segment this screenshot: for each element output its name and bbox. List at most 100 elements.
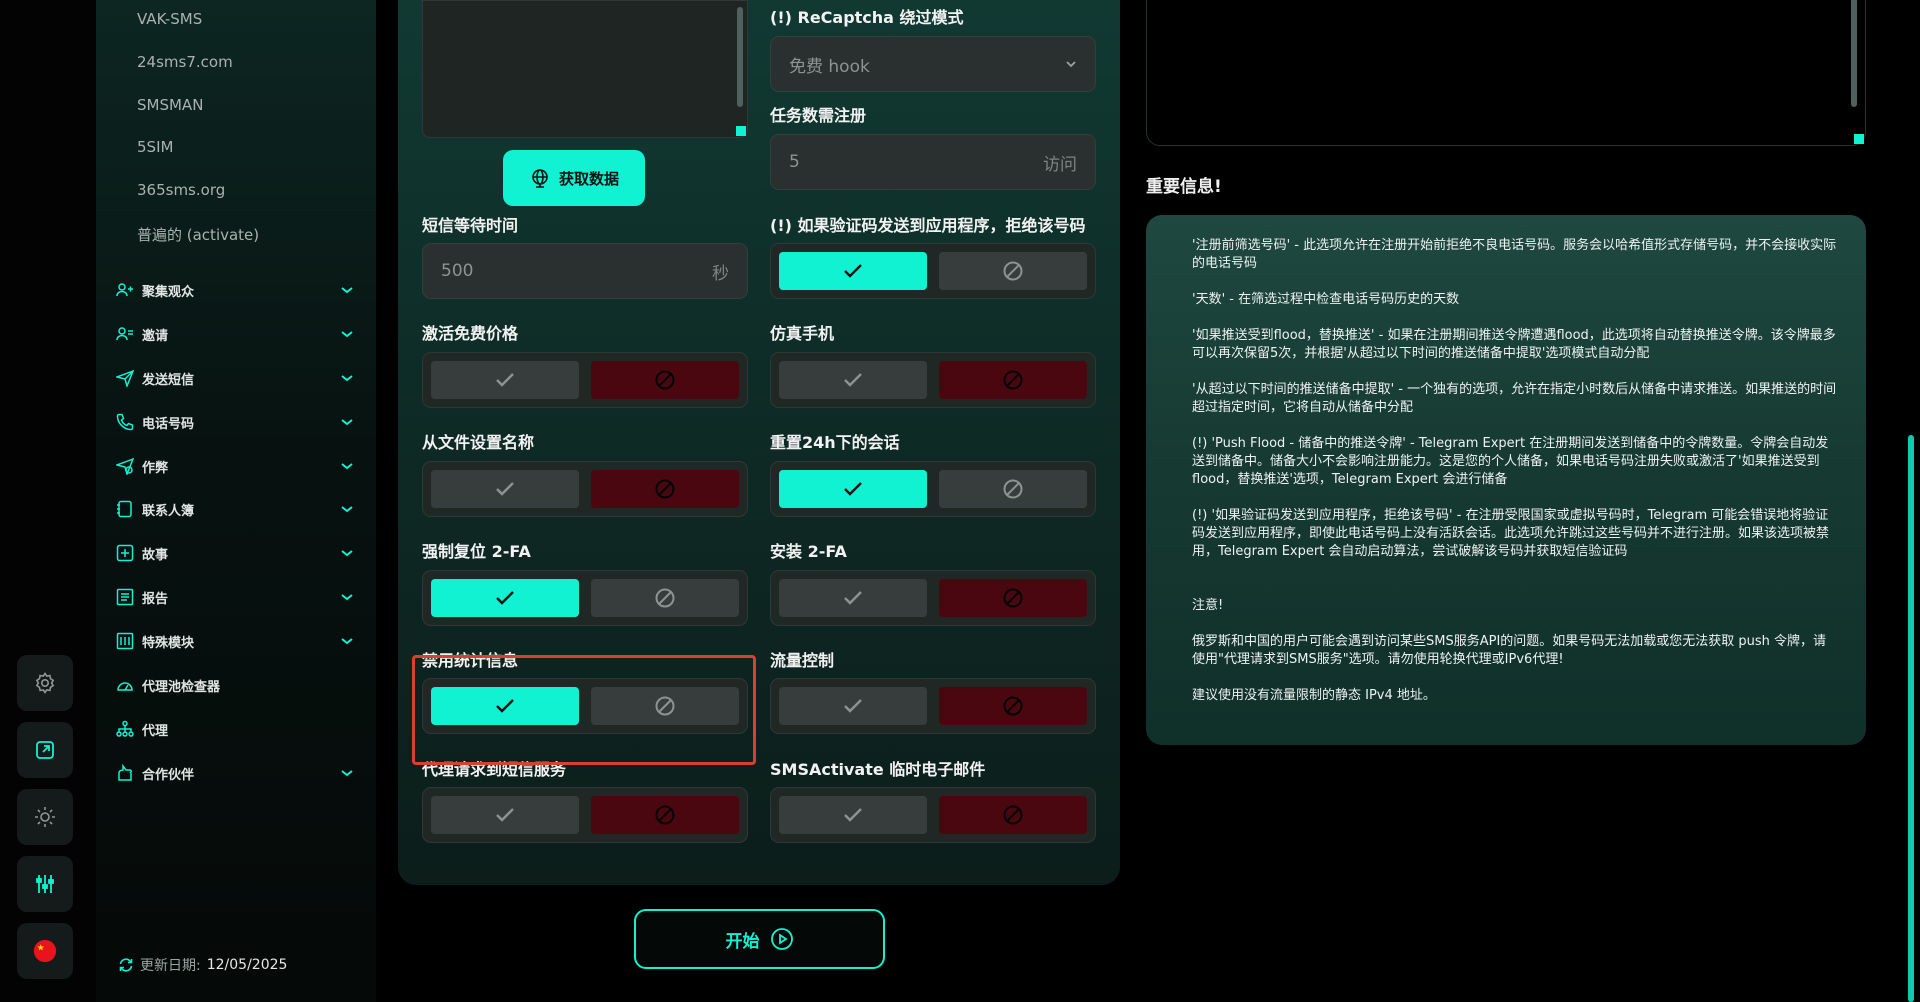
force2fa-label: 强制复位 2-FA (422, 542, 531, 561)
toggle-yes-button[interactable] (779, 361, 927, 399)
toggle-no-button[interactable] (939, 361, 1087, 399)
toggle-yes-button[interactable] (779, 796, 927, 834)
nav-item-send-sms[interactable]: 发送短信 (116, 367, 356, 389)
reject-app-label: (!) 如果验证码发送到应用程序，拒绝该号码 (770, 216, 1086, 235)
chevron-down-icon (341, 506, 353, 513)
users-icon (116, 281, 134, 299)
toggle-yes-button[interactable] (779, 687, 927, 725)
info-title: 重要信息! (1146, 177, 1222, 197)
toggle-no-button[interactable] (939, 470, 1087, 508)
start-button[interactable]: 开始 (634, 909, 885, 969)
nav-item-report[interactable]: 报告 (116, 586, 356, 608)
toggle-no-button[interactable] (939, 252, 1087, 290)
provider-link[interactable]: 5SIM (137, 138, 173, 156)
toggle-yes-button[interactable] (431, 796, 579, 834)
info-paragraph: '从超过以下时间的推送储备中提取' - 一个独有的选项，允许在指定小时数后从储备… (1192, 382, 1837, 415)
ban-icon (1003, 479, 1023, 499)
chevron-down-icon (341, 594, 353, 601)
toggle-yes-button[interactable] (431, 361, 579, 399)
sliders-button[interactable] (17, 856, 73, 912)
provider-link[interactable]: 普遍的 (activate) (137, 224, 259, 245)
toggle-yes-button[interactable] (779, 579, 927, 617)
textarea-scrollbar[interactable] (737, 7, 743, 107)
ban-icon (655, 588, 675, 608)
sms-wait-value: 500 (441, 261, 474, 281)
settings-button[interactable] (17, 655, 73, 711)
check-icon (496, 482, 514, 496)
check-icon (496, 373, 514, 387)
check-icon (496, 808, 514, 822)
traffic-toggle (770, 678, 1096, 734)
sms-wait-input[interactable]: 500 秒 (422, 243, 748, 299)
toggle-yes-button[interactable] (431, 470, 579, 508)
language-button[interactable] (17, 923, 73, 979)
nav-item-story[interactable]: 故事 (116, 542, 356, 564)
name-file-toggle (422, 461, 748, 517)
nav-item-special-module[interactable]: 特殊模块 (116, 630, 356, 652)
toggle-no-button[interactable] (591, 361, 739, 399)
check-icon (844, 373, 862, 387)
nav-item-proxy-checker[interactable]: 代理池检查器 (116, 674, 356, 696)
provider-link[interactable]: 365sms.org (137, 181, 225, 199)
nav-item-phone[interactable]: 电话号码 (116, 411, 356, 433)
nav-item-audience[interactable]: 聚集观众 (116, 279, 356, 301)
sun-icon (35, 807, 55, 827)
ban-icon (655, 479, 675, 499)
nav-item-partners[interactable]: 合作伙伴 (116, 762, 356, 784)
toggle-yes-button[interactable] (779, 470, 927, 508)
nav-item-contacts[interactable]: 联系人簿 (116, 498, 356, 520)
external-link-icon (36, 741, 54, 759)
send-icon (116, 369, 134, 387)
resize-handle[interactable] (1854, 134, 1864, 144)
toggle-no-button[interactable] (939, 687, 1087, 725)
traffic-label: 流量控制 (770, 651, 835, 670)
reset24-toggle (770, 461, 1096, 517)
force2fa-toggle (422, 570, 748, 626)
check-icon (844, 482, 862, 496)
chevron-down-icon (341, 550, 353, 557)
recaptcha-select[interactable]: 免费 hook (770, 36, 1096, 92)
gear-icon (35, 672, 55, 694)
toggle-yes-button[interactable] (779, 252, 927, 290)
log-textarea[interactable] (1146, 0, 1866, 146)
name-file-label: 从文件设置名称 (422, 433, 535, 452)
nav-item-cheat[interactable]: 作弊 (116, 455, 356, 477)
phone-icon (116, 413, 134, 431)
nav-label: 故事 (142, 547, 169, 563)
info-box: '注册前筛选号码' - 此选项允许在注册开始前拒绝不良电话号码。服务会以哈希值形… (1146, 215, 1866, 745)
network-icon (116, 720, 134, 738)
provider-link[interactable]: VAK-SMS (137, 10, 202, 28)
handshake-icon (116, 764, 134, 782)
globe-icon (532, 169, 548, 188)
nav-item-proxy[interactable]: 代理 (116, 718, 356, 740)
tasks-input[interactable]: 5 访问 (770, 134, 1096, 190)
provider-link[interactable]: SMSMAN (137, 96, 203, 114)
export-button[interactable] (17, 722, 73, 778)
toggle-no-button[interactable] (591, 579, 739, 617)
recaptcha-label: (!) ReCaptcha 绕过模式 (770, 8, 964, 27)
toggle-no-button[interactable] (939, 796, 1087, 834)
selection-highlight (412, 655, 756, 765)
theme-button[interactable] (17, 789, 73, 845)
tasks-suffix: 访问 (1043, 154, 1077, 175)
toggle-yes-button[interactable] (431, 579, 579, 617)
start-label: 开始 (725, 931, 760, 952)
fetch-data-label: 获取数据 (558, 169, 619, 188)
data-textarea[interactable] (422, 0, 748, 138)
ban-icon (1003, 805, 1023, 825)
toggle-no-button[interactable] (939, 579, 1087, 617)
update-info: 更新日期: 12/05/2025 (118, 955, 287, 975)
textarea-scrollbar[interactable] (1851, 0, 1857, 107)
nav-label: 报告 (142, 591, 169, 607)
resize-handle[interactable] (736, 126, 746, 136)
reject-app-toggle (770, 243, 1096, 299)
nav-label: 代理 (142, 723, 169, 739)
info-paragraph: '如果推送受到flood，替换推送' - 如果在注册期间推送令牌遭遇flood，… (1192, 328, 1836, 361)
page-scrollbar[interactable] (1908, 435, 1914, 1002)
fetch-data-button[interactable]: 获取数据 (503, 150, 645, 206)
nav-item-invite[interactable]: 邀请 (116, 323, 356, 345)
nav-label: 作弊 (142, 460, 169, 476)
provider-link[interactable]: 24sms7.com (137, 53, 233, 71)
toggle-no-button[interactable] (591, 796, 739, 834)
toggle-no-button[interactable] (591, 470, 739, 508)
